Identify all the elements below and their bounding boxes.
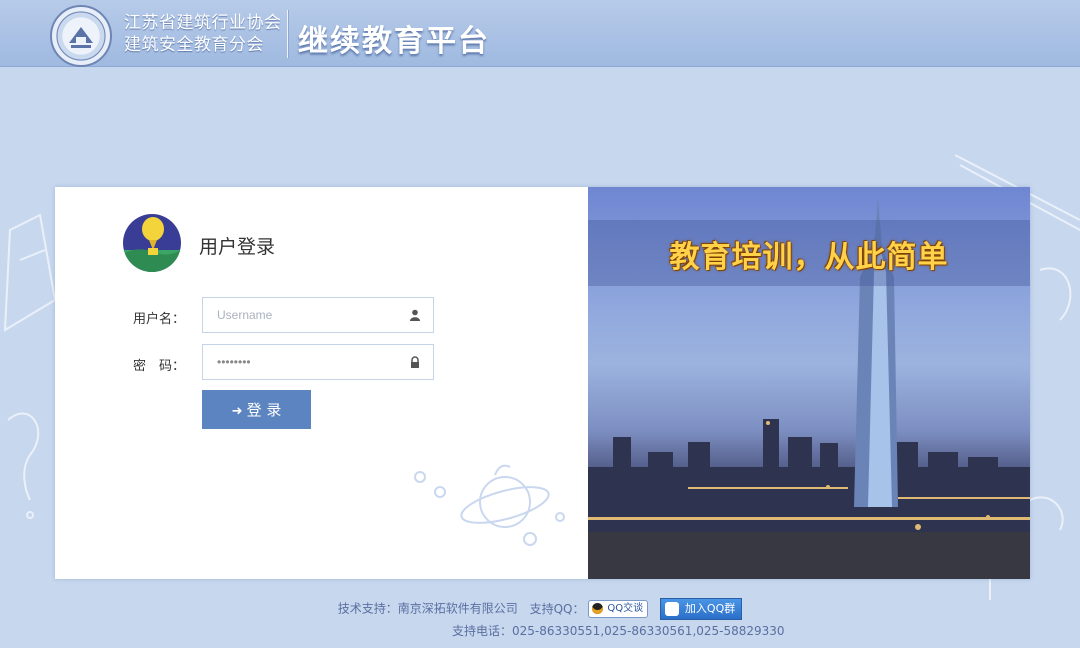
support-phone: 支持电话：025-86330551,025-86330561,025-58829… bbox=[452, 624, 785, 638]
join-qq-group-button[interactable]: 加入QQ群 bbox=[659, 598, 743, 620]
password-field-box bbox=[202, 344, 434, 380]
password-input[interactable] bbox=[203, 345, 407, 379]
user-avatar bbox=[123, 214, 181, 272]
username-label: 用户名： bbox=[133, 312, 186, 327]
support-qq-label: 支持QQ： bbox=[529, 601, 585, 616]
sign-in-icon: ➜ bbox=[231, 404, 243, 419]
organization-name: 江苏省建筑行业协会 建筑安全教育分会 bbox=[124, 12, 282, 56]
tech-support-text: 技术支持：南京深拓软件有限公司 bbox=[337, 601, 518, 616]
association-logo bbox=[50, 5, 112, 67]
login-button-label: 登 录 bbox=[246, 401, 282, 419]
footer-support-line: 技术支持：南京深拓软件有限公司 支持QQ： QQ交谈 加入QQ群 bbox=[0, 598, 1080, 620]
username-input[interactable] bbox=[203, 298, 407, 332]
org-line-1: 江苏省建筑行业协会 bbox=[124, 13, 282, 33]
lock-icon bbox=[411, 356, 419, 368]
login-panel: 用户登录 用户名： 密 码： ➜登 录 bbox=[55, 187, 588, 579]
header-bar: 江苏省建筑行业协会 建筑安全教育分会 继续教育平台 bbox=[0, 0, 1080, 67]
user-icon bbox=[410, 309, 420, 321]
username-field-box bbox=[202, 297, 434, 333]
login-title: 用户登录 bbox=[199, 236, 276, 258]
login-card: 用户登录 用户名： 密 码： ➜登 录 bbox=[55, 187, 1030, 579]
org-line-2: 建筑安全教育分会 bbox=[124, 35, 264, 55]
banner-slogan: 教育培训，从此简单 bbox=[669, 240, 949, 275]
promo-banner: 教育培训，从此简单 bbox=[588, 187, 1030, 579]
planet-decoration bbox=[414, 464, 565, 546]
login-button[interactable]: ➜ 登 录 bbox=[202, 390, 311, 429]
qq-chat-label: QQ交谈 bbox=[607, 603, 644, 614]
header-divider bbox=[287, 10, 288, 58]
join-qq-group-label: 加入QQ群 bbox=[684, 602, 736, 615]
platform-title: 继续教育平台 bbox=[298, 24, 490, 59]
password-label: 密 码： bbox=[133, 359, 186, 374]
qq-chat-button[interactable]: QQ交谈 bbox=[588, 600, 649, 618]
